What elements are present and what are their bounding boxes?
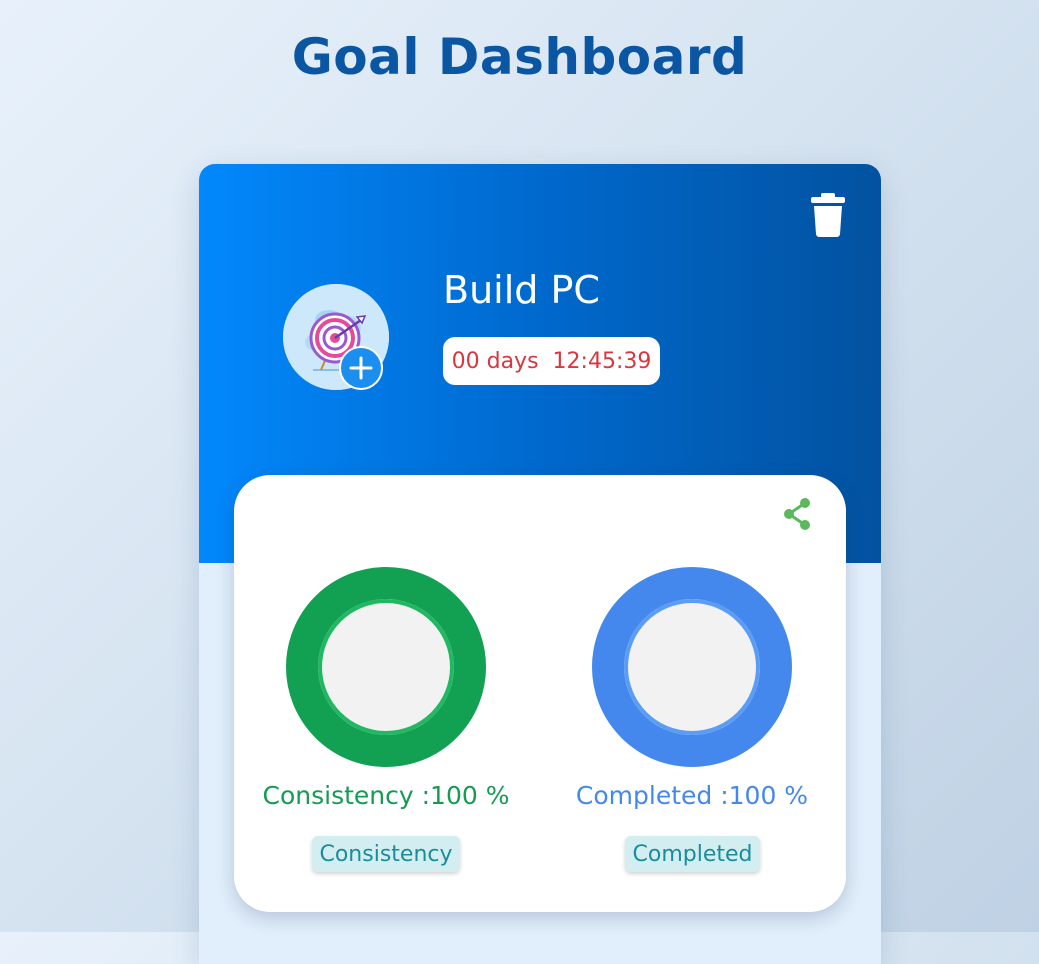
page-title: Goal Dashboard [291,28,748,86]
goal-card: Build PC 00 days 12:45:39 Consistency:1… [199,164,881,964]
stats-panel: Consistency :100 % Completed :100 % Cons… [234,475,846,912]
consistency-chip[interactable]: Consistency [312,836,460,872]
completed-label: Completed :100 % [575,781,809,810]
add-photo-button[interactable] [339,346,383,390]
consistency-label: Consistency :100 % [262,781,510,810]
completed-ring [592,567,792,767]
share-button[interactable] [778,495,816,533]
consistency-ring [286,567,486,767]
share-icon [784,498,810,530]
timer-clock: 12:45:39 [552,348,652,374]
plus-icon [349,356,373,380]
trash-icon [811,193,845,237]
goal-avatar[interactable] [283,284,389,390]
countdown-timer: 00 days 12:45:39 [443,337,660,385]
goal-title: Build PC [443,268,600,312]
timer-days: 00 days [451,348,539,374]
completed-chip[interactable]: Completed [625,836,760,872]
delete-goal-button[interactable] [809,192,847,238]
